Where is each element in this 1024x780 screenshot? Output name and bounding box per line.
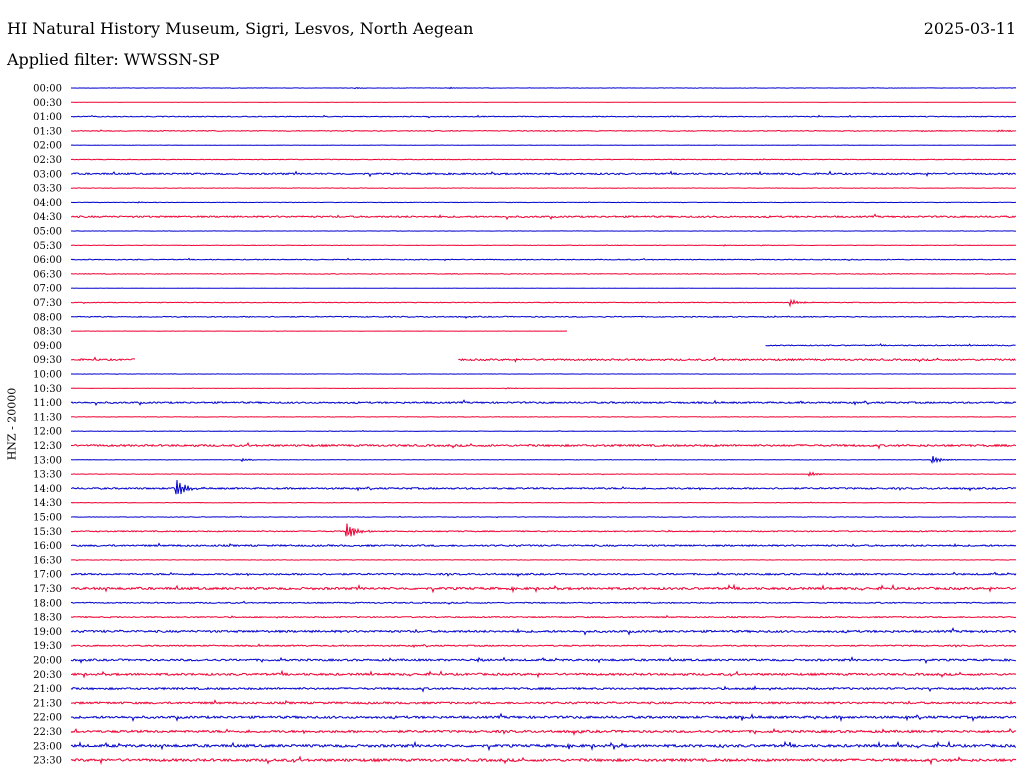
time-tick-label: 18:00 [33,598,62,609]
seismic-trace [70,542,1017,548]
time-tick-label: 21:00 [33,684,62,695]
time-tick-label: 14:00 [33,484,62,495]
time-tick-label: 03:00 [33,169,62,180]
time-tick-label: 01:30 [33,126,62,137]
seismic-trace [70,685,1017,693]
seismic-trace [458,356,1016,363]
seismic-trace [70,600,1017,605]
seismic-trace [70,441,1017,450]
time-tick-label: 17:00 [33,570,62,581]
time-tick-label: 16:30 [33,555,62,566]
time-tick-label: 22:30 [33,727,62,738]
seismic-trace [70,170,1016,178]
time-tick-label: 05:00 [33,227,62,238]
seismic-trace [70,712,1017,723]
seismic-trace [70,755,1017,766]
time-tick-label: 11:30 [33,412,62,423]
seismic-trace [71,201,1017,204]
time-tick-label: 20:30 [33,670,62,681]
time-tick-label: 09:00 [33,341,62,352]
time-tick-label: 09:30 [33,355,62,366]
time-tick-label: 02:30 [33,155,62,166]
time-tick-label: 19:00 [33,627,62,638]
seismic-trace [70,144,1017,146]
time-tick-label: 23:30 [33,756,62,767]
time-tick-label: 12:00 [33,427,62,438]
time-tick-label: 00:00 [33,84,62,95]
time-tick-label: 08:30 [33,327,62,338]
time-tick-label: 18:30 [33,613,62,624]
time-tick-label: 03:30 [33,184,62,195]
time-tick-label: 10:30 [33,384,62,395]
seismic-trace [70,471,1017,477]
seismic-trace [70,429,1017,433]
seismic-trace [70,456,1016,464]
time-tick-label: 16:00 [33,541,62,552]
time-tick-label: 22:00 [33,713,62,724]
helicorder-plot: 00:00 00:30 01:00 01:30 02:00 02:30 03:00 03:30… [33,84,1017,767]
time-tick-label: 19:30 [33,641,62,652]
time-tick-label: 04:00 [33,198,62,209]
time-tick-label: 14:30 [33,498,62,509]
seismic-trace [70,614,1017,619]
time-tick-label: 06:30 [33,269,62,280]
time-tick-label: 04:30 [33,212,62,223]
seismic-trace [71,415,1017,418]
seismic-trace [70,627,1017,636]
seismic-trace [71,114,1017,119]
time-tick-label: 01:00 [33,112,62,123]
time-tick-label: 02:00 [33,141,62,152]
seismic-trace [70,727,1017,736]
seismic-trace [70,740,1017,752]
seismic-trace [71,387,1017,390]
seismic-trace [71,129,1017,133]
time-tick-label: 10:00 [33,370,62,381]
time-tick-label: 12:30 [33,441,62,452]
seismic-trace [70,479,1017,495]
seismic-trace [70,158,1017,161]
time-tick-label: 11:00 [33,398,62,409]
seismic-trace [70,571,1017,578]
seismic-trace [71,515,1017,519]
seismic-trace [70,399,1017,406]
seismic-trace [70,669,1017,679]
time-tick-label: 20:00 [33,656,62,667]
seismic-trace [71,315,1017,319]
time-tick-label: 15:00 [33,513,62,524]
time-tick-label: 13:30 [33,470,62,481]
seismic-trace [70,273,1016,275]
time-tick-label: 08:00 [33,312,62,323]
seismic-trace [70,656,1017,665]
time-tick-label: 07:30 [33,298,62,309]
time-tick-label: 21:30 [33,698,62,709]
seismic-trace [70,583,1017,594]
time-tick-label: 06:00 [33,255,62,266]
seismic-trace [70,643,1017,649]
seismic-trace [70,356,136,362]
seismic-trace [71,86,1017,90]
time-tick-label: 23:00 [33,741,62,752]
time-tick-label: 13:00 [33,455,62,466]
time-tick-label: 15:30 [33,527,62,538]
seismic-trace [765,343,1016,347]
seismic-trace [70,523,1017,537]
time-tick-label: 05:30 [33,241,62,252]
time-tick-label: 00:30 [33,98,62,109]
seismic-trace [70,558,1017,562]
seismic-trace [70,257,1017,262]
time-tick-label: 07:00 [33,284,62,295]
seismic-trace [71,230,1016,232]
seismic-trace [70,213,1017,221]
seismic-trace [70,501,1017,504]
seismic-trace [70,187,1016,190]
seismic-trace [70,298,1017,308]
seismic-trace [70,243,1016,247]
seismic-trace [70,699,1017,705]
time-tick-label: 17:30 [33,584,62,595]
